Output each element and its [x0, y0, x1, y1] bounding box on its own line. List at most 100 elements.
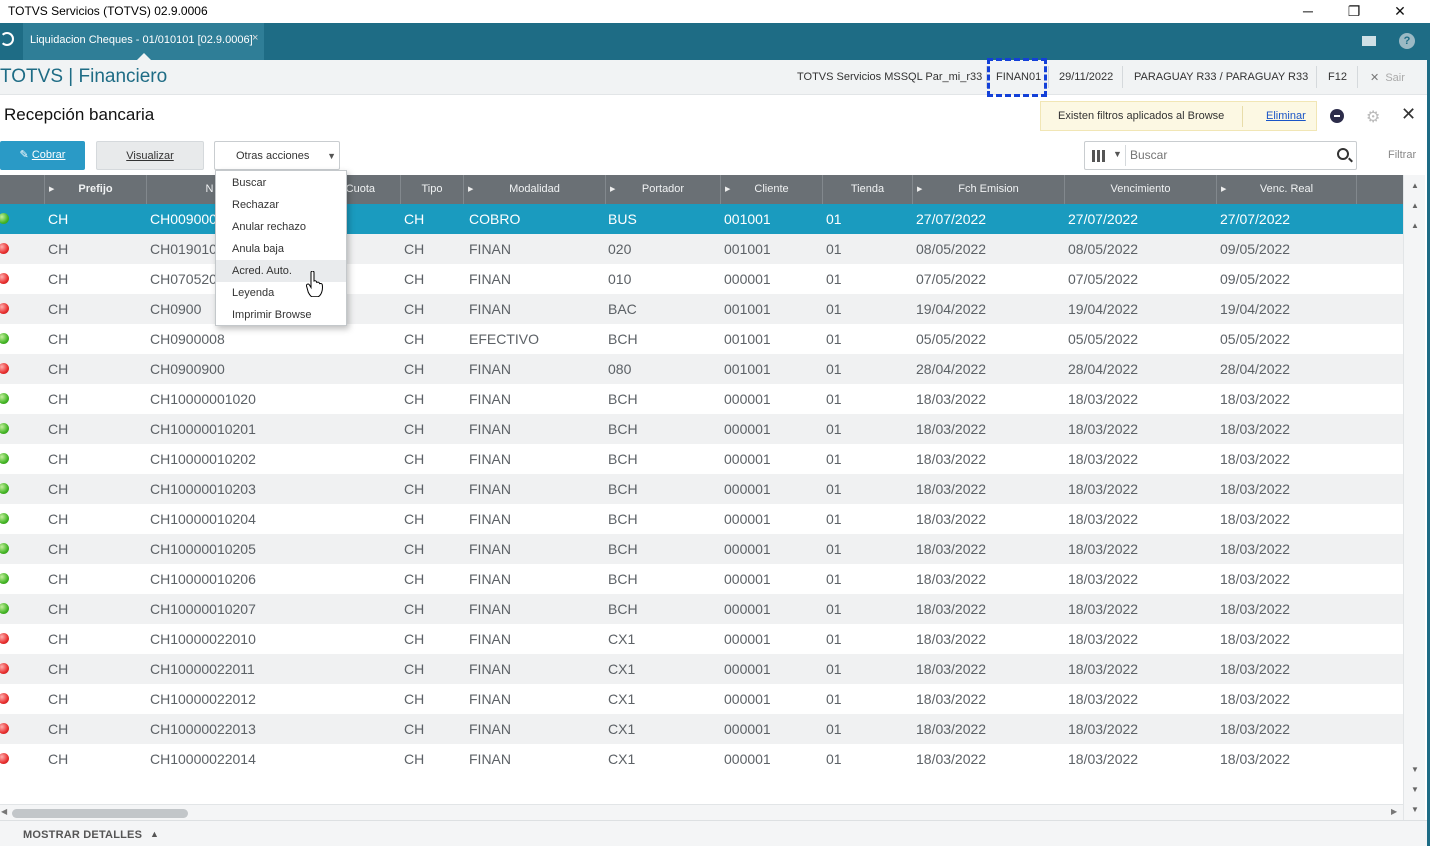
scroll-down-icon[interactable]: ▼: [1404, 763, 1426, 777]
header-modalidad[interactable]: ▶ Modalidad: [464, 175, 606, 204]
tab-close-icon[interactable]: ×: [252, 32, 258, 44]
table-row[interactable]: CH CH10000022010 CH FINAN CX1 000001 01 18/03/2…: [0, 624, 1403, 654]
date-label[interactable]: 29/11/2022: [1059, 71, 1113, 83]
cell-portador: BCH: [608, 391, 638, 407]
menu-item-leyenda[interactable]: Leyenda: [216, 282, 346, 304]
cell-tienda: 01: [826, 661, 842, 677]
scroll-bottom-icon[interactable]: ▼: [1404, 803, 1426, 817]
table-row[interactable]: CH CH10000010203 CH FINAN BCH 000001 01 18/03/2…: [0, 474, 1403, 504]
table-row[interactable]: CH CH0900 CH FINAN BAC 001001 01 19/04/2022 19/0…: [0, 294, 1403, 324]
table-row[interactable]: CH CH10000010205 CH FINAN BCH 000001 01 18/03/2…: [0, 534, 1403, 564]
table-row[interactable]: CH CH10000010206 CH FINAN BCH 000001 01 18/03/2…: [0, 564, 1403, 594]
shortcut-label[interactable]: F12: [1328, 71, 1347, 83]
horizontal-scrollbar[interactable]: ◀ ▶: [0, 804, 1403, 820]
scroll-top-icon[interactable]: ▲: [1404, 179, 1426, 193]
table-row[interactable]: CH CH019010 CH FINAN 020 001001 01 08/05/2022 08…: [0, 234, 1403, 264]
scroll-left-icon[interactable]: ◀: [1, 807, 7, 816]
cell-portador: BCH: [608, 571, 638, 587]
cell-modalidad: FINAN: [469, 241, 511, 257]
close-window-button[interactable]: ✕: [1377, 0, 1423, 23]
cell-vencimiento: 18/03/2022: [1068, 511, 1139, 527]
scroll-page-up-icon[interactable]: ▲: [1404, 199, 1426, 213]
details-footer[interactable]: MOSTRAR DETALLES ▲: [0, 820, 1427, 846]
cell-tipo: CH: [404, 481, 425, 497]
remove-filter-link[interactable]: Eliminar: [1266, 110, 1306, 122]
table-row[interactable]: CH CH10000022013 CH FINAN CX1 000001 01 18/03/2…: [0, 714, 1403, 744]
status-green-icon: [0, 483, 9, 494]
mail-icon[interactable]: [1361, 33, 1377, 49]
vertical-scrollbar[interactable]: ▲ ▲ ▲ ▼ ▼ ▼: [1403, 175, 1425, 820]
cell-tienda: 01: [826, 211, 842, 227]
cell-numero: CH070520: [150, 271, 217, 287]
status-red-icon: [0, 303, 9, 314]
cell-fch-emision: 18/03/2022: [916, 391, 987, 407]
sort-arrow-icon: ▶: [49, 186, 55, 193]
visualizar-button[interactable]: Visualizar: [96, 141, 204, 170]
filtrar-link[interactable]: Filtrar: [1388, 149, 1416, 161]
header-portador[interactable]: ▶ Portador: [606, 175, 721, 204]
chevron-down-icon[interactable]: ▼: [1113, 149, 1122, 159]
restore-button[interactable]: ❐: [1331, 0, 1377, 23]
search-input[interactable]: [1130, 148, 1330, 162]
window-title: TOTVS Servicios (TOTVS) 02.9.0006: [8, 4, 208, 18]
header-status[interactable]: [0, 175, 45, 204]
header-cliente[interactable]: ▶ Cliente: [721, 175, 823, 204]
header-venc-real[interactable]: ▶ Venc. Real: [1217, 175, 1357, 204]
cell-venc-real: 05/05/2022: [1220, 331, 1291, 347]
close-icon[interactable]: ✕: [1401, 104, 1416, 125]
divider: [1316, 66, 1317, 88]
scroll-up-icon[interactable]: ▲: [1404, 219, 1426, 233]
status-green-icon: [0, 573, 9, 584]
table-row[interactable]: CH CH0090009 CH COBRO BUS 001001 01 27/07/2022 2…: [0, 204, 1403, 234]
cell-fch-emision: 18/03/2022: [916, 631, 987, 647]
cell-cliente: 000001: [724, 571, 771, 587]
table-row[interactable]: CH CH10000001020 CH FINAN BCH 000001 01 18/03/2…: [0, 384, 1403, 414]
status-red-icon: [0, 363, 9, 374]
menu-item-anula-baja[interactable]: Anula baja: [216, 238, 346, 260]
cell-prefijo: CH: [48, 631, 69, 647]
header-tienda[interactable]: Tienda: [823, 175, 913, 204]
search-icon[interactable]: [1337, 148, 1349, 160]
company-label[interactable]: PARAGUAY R33 / PARAGUAY R33: [1134, 71, 1308, 83]
menu-item-imprimir-browse[interactable]: Imprimir Browse: [216, 304, 346, 326]
cell-tienda: 01: [826, 541, 842, 557]
header-vencimiento[interactable]: Vencimiento: [1065, 175, 1217, 204]
cobrar-button[interactable]: ✎ Cobrar: [0, 141, 85, 170]
menu-item-buscar[interactable]: Buscar: [216, 172, 346, 194]
gear-icon[interactable]: ⚙: [1366, 107, 1380, 127]
help-icon[interactable]: ?: [1399, 33, 1415, 49]
menu-item-anular-rechazo[interactable]: Anular rechazo: [216, 216, 346, 238]
menu-item-rechazar[interactable]: Rechazar: [216, 194, 346, 216]
table-row[interactable]: CH CH0900900 CH FINAN 080 001001 01 28/04/2022 2…: [0, 354, 1403, 384]
exit-button[interactable]: ✕ Sair: [1370, 71, 1405, 84]
header-fch-emision[interactable]: ▶ Fch Emision: [913, 175, 1065, 204]
columns-icon[interactable]: [1092, 150, 1108, 162]
table-row[interactable]: CH CH10000010202 CH FINAN BCH 000001 01 18/03/2…: [0, 444, 1403, 474]
table-row[interactable]: CH CH070520 CH FINAN 010 000001 01 07/05/2022 07…: [0, 264, 1403, 294]
cell-tienda: 01: [826, 571, 842, 587]
table-row[interactable]: CH CH10000010207 CH FINAN BCH 000001 01 18/03/2…: [0, 594, 1403, 624]
header-prefijo[interactable]: ▶ Prefijo: [45, 175, 147, 204]
table-row[interactable]: CH CH10000010204 CH FINAN BCH 000001 01 18/03/2…: [0, 504, 1403, 534]
chevron-up-icon[interactable]: ▲: [150, 829, 159, 839]
page-title: Recepción bancaria: [4, 105, 155, 124]
table-row[interactable]: CH CH10000022012 CH FINAN CX1 000001 01 18/03/2…: [0, 684, 1403, 714]
cell-prefijo: CH: [48, 271, 69, 287]
minus-circle-icon[interactable]: [1330, 109, 1344, 123]
table-row[interactable]: CH CH10000010201 CH FINAN BCH 000001 01 18/03/2…: [0, 414, 1403, 444]
chevron-down-icon: ▼: [327, 151, 336, 161]
sort-arrow-icon: ▶: [917, 186, 923, 193]
table-row[interactable]: CH CH10000022014 CH FINAN CX1 000001 01 18/03/2…: [0, 744, 1403, 774]
header-tipo[interactable]: Tipo: [401, 175, 464, 204]
mostrar-detalles-label[interactable]: MOSTRAR DETALLES: [23, 829, 142, 841]
minimize-button[interactable]: ─: [1285, 0, 1331, 23]
cell-tipo: CH: [404, 211, 425, 227]
scroll-page-down-icon[interactable]: ▼: [1404, 783, 1426, 797]
menu-item-acred-auto[interactable]: Acred. Auto.: [216, 260, 346, 282]
cell-modalidad: FINAN: [469, 541, 511, 557]
scroll-right-icon[interactable]: ▶: [1391, 807, 1397, 816]
otras-acciones-button[interactable]: Otras acciones ▼: [214, 141, 340, 170]
table-row[interactable]: CH CH10000022011 CH FINAN CX1 000001 01 18/03/2…: [0, 654, 1403, 684]
table-row[interactable]: CH CH0900008 CH EFECTIVO BCH 001001 01 05/05/20…: [0, 324, 1403, 354]
scroll-thumb[interactable]: [12, 809, 188, 818]
